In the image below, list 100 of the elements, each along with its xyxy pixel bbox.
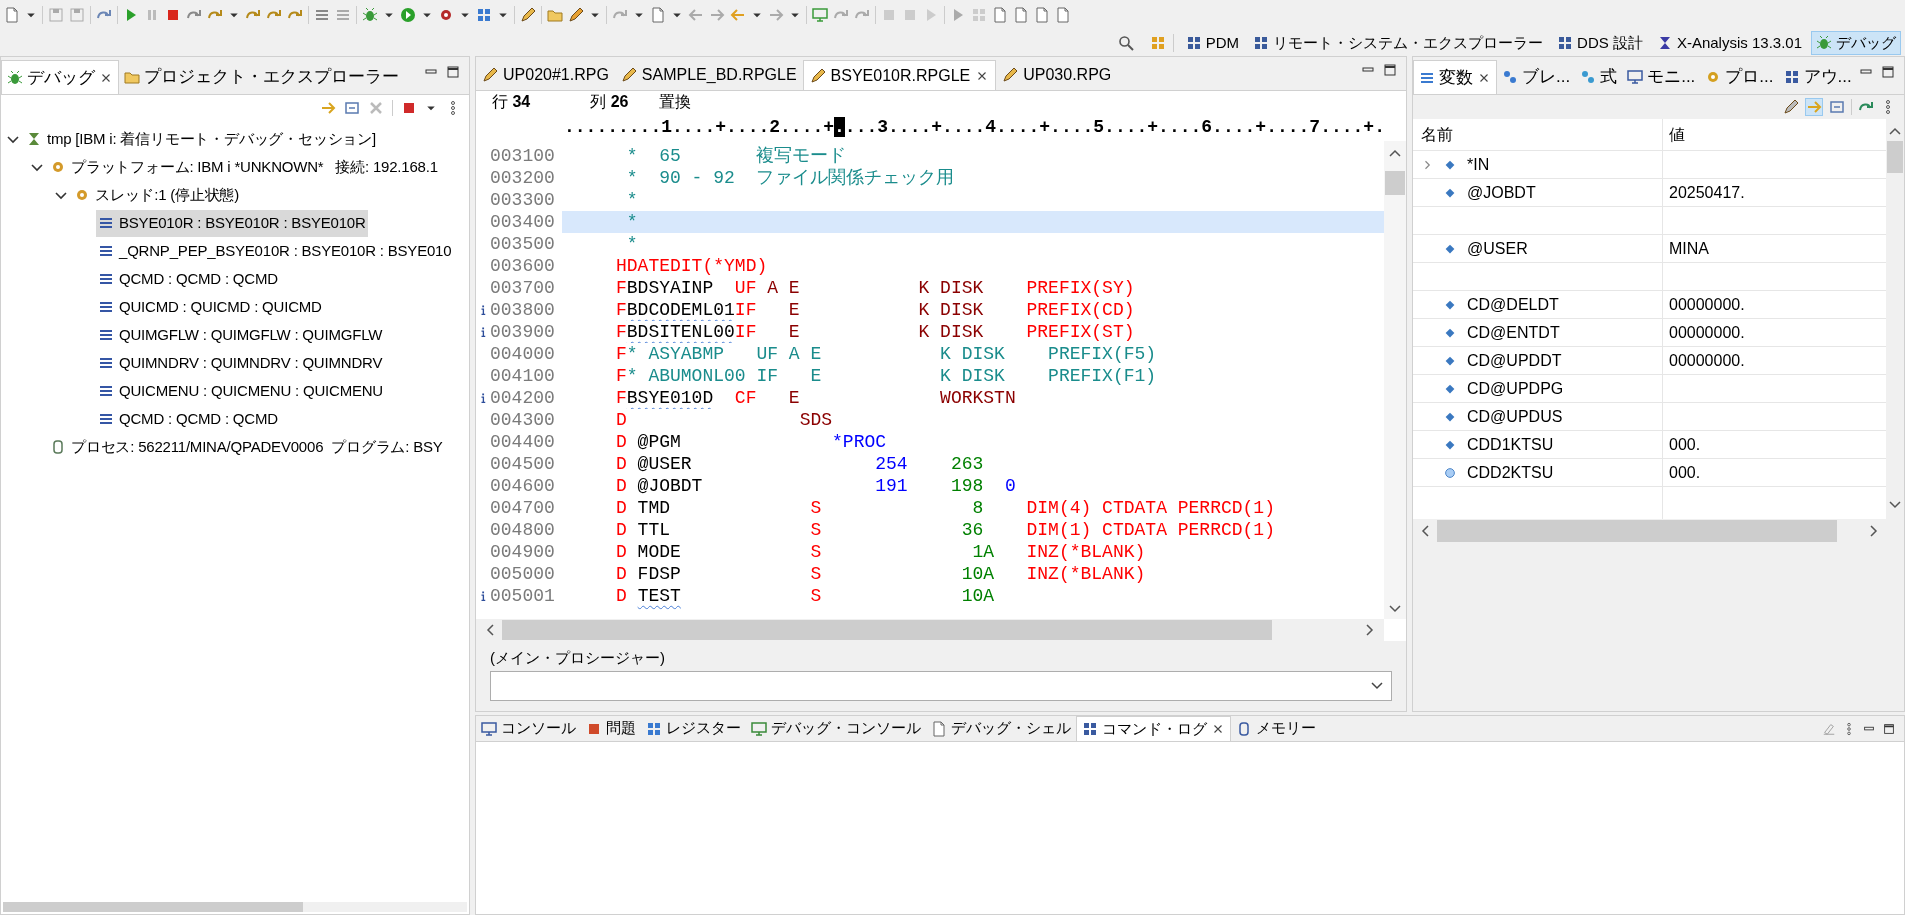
scroll-right-icon[interactable] xyxy=(1366,623,1374,636)
line-number: 003400 xyxy=(490,210,556,234)
tree-item[interactable]: tmp [IBM i: 着信リモート・デバッグ・セッション] xyxy=(24,125,378,153)
page-icon[interactable] xyxy=(1013,7,1029,23)
tree-item[interactable]: QCMD : QCMD : QCMD xyxy=(96,265,280,293)
line-number: 003500 xyxy=(490,232,556,256)
tree-item[interactable]: QCMD : QCMD : QCMD xyxy=(96,405,280,433)
search-icon[interactable] xyxy=(1117,35,1134,51)
line-number: 004700 xyxy=(490,496,556,520)
page-icon[interactable] xyxy=(650,7,666,23)
edit-icon[interactable] xyxy=(1783,99,1799,115)
editor-tab[interactable]: UP030.RPG xyxy=(996,60,1118,90)
code-line: FBDCODEML01IF E K DISK PREFIX(CD) xyxy=(615,298,1135,322)
back-icon[interactable] xyxy=(688,7,704,23)
editor-tab[interactable]: BSYE010R.RPGLE xyxy=(802,60,997,90)
tree-item[interactable]: _QRNP_PEP_BSYE010R : BSYE010R : BSYE010 xyxy=(96,237,454,265)
save-all-icon[interactable] xyxy=(69,7,85,23)
perspective-button[interactable]: DDS 設計 xyxy=(1552,31,1648,55)
tree-item[interactable]: プラットフォーム: IBM i *UNKNOWN* 接続: 192.168.1 xyxy=(48,153,440,181)
line-number: 004400 xyxy=(490,430,556,454)
view-tab[interactable]: レジスター xyxy=(641,716,746,741)
view-tab[interactable]: プロジェクト・エクスプローラー xyxy=(119,60,404,94)
scroll-down-icon[interactable] xyxy=(1889,501,1901,509)
procedure-dropdown[interactable] xyxy=(490,671,1392,701)
code-line: F* ASYABMP UF A E K DISK PREFIX(F5) xyxy=(615,342,1157,366)
view-tab[interactable]: デバッグ xyxy=(1,60,119,94)
page-icon[interactable] xyxy=(1055,7,1071,23)
line-number: 004800 xyxy=(490,518,556,542)
scrollbar-thumb[interactable] xyxy=(1437,520,1837,542)
grid-icon[interactable] xyxy=(476,7,492,23)
list-icon xyxy=(98,411,114,427)
save-icon[interactable] xyxy=(48,7,64,23)
variable-value: 00000000. xyxy=(1669,350,1745,371)
view-tab[interactable]: 変数 xyxy=(1413,60,1497,94)
tree-item[interactable]: BSYE010R : BSYE010R : BSYE010R xyxy=(96,209,368,237)
page-icon[interactable] xyxy=(992,7,1008,23)
scroll-right-icon[interactable] xyxy=(1870,525,1878,537)
terminate-icon[interactable] xyxy=(165,7,181,23)
maximize-icon[interactable] xyxy=(1880,63,1896,80)
bug-icon[interactable] xyxy=(362,7,378,23)
code-line: * 65 複写モード xyxy=(625,144,847,168)
list-icon xyxy=(98,243,114,259)
view-tab[interactable]: デバッグ・シェル xyxy=(926,716,1076,741)
page-icon[interactable] xyxy=(1034,7,1050,23)
editor-tab[interactable]: UP020#1.RPG xyxy=(476,60,615,90)
view-tab[interactable]: デバッグ・コンソール xyxy=(746,716,926,741)
back-icon[interactable] xyxy=(730,7,746,23)
dots-icon xyxy=(1502,69,1518,85)
scroll-up-icon[interactable] xyxy=(1389,149,1401,157)
scrollbar-thumb[interactable] xyxy=(3,902,303,912)
bug-icon xyxy=(1816,35,1832,51)
forward-icon[interactable] xyxy=(768,7,784,23)
scroll-left-icon[interactable] xyxy=(486,623,494,636)
tree-item[interactable]: QUIMGFLW : QUIMGFLW : QUIMGFLW xyxy=(96,321,385,349)
tree-item[interactable]: QUICMD : QUICMD : QUICMD xyxy=(96,293,324,321)
tree-item[interactable]: プロセス: 562211/MINA/QPADEV0006 プログラム: BSY xyxy=(48,433,445,461)
new-file-icon[interactable] xyxy=(4,7,20,23)
collapse-icon[interactable] xyxy=(1829,99,1845,115)
tree-item[interactable]: スレッド:1 (停止状態) xyxy=(72,181,242,209)
folder-icon[interactable] xyxy=(547,7,563,23)
forward-icon[interactable] xyxy=(709,7,725,23)
maximize-icon[interactable] xyxy=(1382,61,1398,78)
column-header[interactable]: 名前 xyxy=(1413,119,1663,150)
scrollbar-thumb[interactable] xyxy=(502,619,1272,640)
clear-icon[interactable] xyxy=(1822,721,1836,736)
line-number: 003200 xyxy=(490,166,556,190)
variable-name: CD@UPDUS xyxy=(1467,406,1563,427)
maximize-icon[interactable] xyxy=(1882,721,1896,736)
maximize-icon[interactable] xyxy=(445,63,461,80)
view-tab[interactable]: 問題 xyxy=(581,716,641,741)
open-perspective-icon[interactable] xyxy=(1149,35,1166,51)
variable-name: CDD1KTSU xyxy=(1467,434,1554,455)
view-tab[interactable]: コンソール xyxy=(476,716,581,741)
scroll-up-icon[interactable] xyxy=(1889,127,1901,135)
list-icon xyxy=(98,327,114,343)
view-tab[interactable]: メモリー xyxy=(1231,716,1321,741)
perspective-button[interactable]: PDM xyxy=(1180,31,1245,55)
scrollbar-thumb[interactable] xyxy=(1887,141,1903,173)
view-tab[interactable]: コマンド・ログ xyxy=(1076,716,1231,741)
list-icon[interactable] xyxy=(314,7,330,23)
code-line: D TMD S 8 DIM(4) CTDATA PERRCD(1) xyxy=(615,496,1275,520)
column-header[interactable]: 値 xyxy=(1663,119,1886,150)
scrollbar-thumb[interactable] xyxy=(1385,171,1405,195)
breakpoint-icon[interactable] xyxy=(401,100,417,116)
perspective-button[interactable]: リモート・システム・エクスプローラー xyxy=(1248,31,1549,55)
remove-icon[interactable] xyxy=(368,100,384,116)
perspective-button[interactable]: デバッグ xyxy=(1811,31,1901,55)
tree-item[interactable]: QUIMNDRV : QUIMNDRV : QUIMNDRV xyxy=(96,349,385,377)
pencil-icon[interactable] xyxy=(520,7,536,23)
list-icon[interactable] xyxy=(335,7,351,23)
pencil-icon[interactable] xyxy=(568,7,584,23)
perspective-button[interactable]: X-Analysis 13.3.01 xyxy=(1651,31,1807,55)
window-icon[interactable] xyxy=(812,7,828,23)
editor-tab[interactable]: SAMPLE_BD.RPGLE xyxy=(614,60,803,90)
collapse-icon[interactable] xyxy=(344,100,360,116)
tree-item[interactable]: QUICMENU : QUICMENU : QUICMENU xyxy=(96,377,385,405)
scroll-left-icon[interactable] xyxy=(1421,525,1429,537)
run-icon[interactable] xyxy=(400,7,416,23)
scroll-down-icon[interactable] xyxy=(1389,604,1401,613)
variable-value: 20250417. xyxy=(1669,182,1745,203)
